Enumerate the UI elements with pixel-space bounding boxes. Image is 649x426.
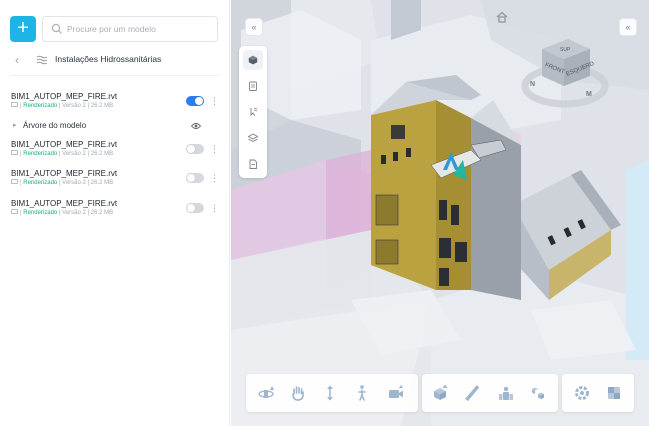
chevron-left-icon[interactable]: ‹ <box>15 53 19 67</box>
cube-label-top[interactable]: SUP <box>560 47 571 53</box>
model-tree-label: Árvore do modelo <box>23 121 87 130</box>
gear-icon[interactable] <box>572 383 592 403</box>
models-panel: + ‹ Instalações Hidrossanitárias BIM1_AU… <box>0 0 230 426</box>
model-name: BIM1_AUTOP_MEP_FIRE.rvt <box>11 199 118 208</box>
measure-ruler-icon[interactable] <box>462 383 482 403</box>
model-name: BIM1_AUTOP_MEP_FIRE.rvt <box>11 140 118 149</box>
breadcrumb: ‹ Instalações Hidrossanitárias <box>12 52 220 68</box>
section-box-icon[interactable] <box>430 383 450 403</box>
model-item[interactable]: BIM1_AUTOP_MEP_FIRE.rvt | Renderizado | … <box>11 140 221 164</box>
annotation-tool-button[interactable] <box>243 102 263 122</box>
model-size: 26.2 MB <box>90 210 114 217</box>
model-meta: | Renderizado | Versão 2 | 26.2 MB <box>11 150 114 158</box>
toggle-knob <box>195 97 203 105</box>
model-item[interactable]: BIM1_AUTOP_MEP_FIRE.rvt | Renderizado | … <box>11 169 221 193</box>
camera-icon[interactable] <box>386 383 406 403</box>
model-size: 26.2 MB <box>90 180 114 187</box>
divider <box>10 75 220 76</box>
model-item[interactable]: BIM1_AUTOP_MEP_FIRE.rvt | Renderizado | … <box>11 199 221 223</box>
fullscreen-icon[interactable] <box>604 383 624 403</box>
zoom-arrows-icon[interactable] <box>320 383 340 403</box>
model-name: BIM1_AUTOP_MEP_FIRE.rvt <box>11 92 118 101</box>
compass-m[interactable]: M <box>586 91 592 98</box>
chevron-right-icon[interactable]: ▸ <box>13 121 17 129</box>
layers-tool-button[interactable] <box>243 128 263 148</box>
toggle-knob <box>187 204 195 212</box>
explode-cubes-icon[interactable] <box>528 383 548 403</box>
model-meta: | Renderizado | Versão 2 | 26.2 MB <box>11 209 114 217</box>
collapse-right-panel-button[interactable]: « <box>619 18 637 36</box>
3d-cube-tool-button[interactable] <box>243 50 263 70</box>
model-visibility-toggle[interactable] <box>186 96 204 106</box>
model-version: Versão 2 <box>62 210 86 217</box>
model-name: BIM1_AUTOP_MEP_FIRE.rvt <box>11 169 118 178</box>
model-visibility-toggle[interactable] <box>186 173 204 183</box>
people-icon[interactable] <box>496 383 516 403</box>
search-icon <box>51 23 62 34</box>
settings-toolbar <box>562 374 634 412</box>
model-size: 26.2 MB <box>90 103 114 110</box>
more-options-icon[interactable]: ⋮ <box>210 202 219 214</box>
file-icon <box>249 159 257 169</box>
toggle-knob <box>187 145 195 153</box>
cube-icon <box>248 55 258 65</box>
cursor-pin-icon <box>250 107 258 117</box>
compass-n[interactable]: N <box>530 81 535 88</box>
toggle-knob <box>187 174 195 182</box>
model-meta: | Renderizado | Versão 2 | 26.2 MB <box>11 179 114 187</box>
documents-tool-button[interactable] <box>243 154 263 174</box>
folder-icon <box>11 209 18 214</box>
model-visibility-toggle[interactable] <box>186 144 204 154</box>
add-model-button[interactable]: + <box>10 16 36 42</box>
viewport-toolbar <box>239 46 267 178</box>
clipboard-icon <box>249 81 257 91</box>
search-box[interactable] <box>42 16 218 42</box>
model-tree-row[interactable]: ▸ Árvore do modelo <box>11 121 221 133</box>
search-input[interactable] <box>67 17 215 41</box>
orbit-icon[interactable] <box>256 383 276 403</box>
discipline-title: Instalações Hidrossanitárias <box>55 54 162 64</box>
pan-hand-icon[interactable] <box>288 383 308 403</box>
model-version: Versão 2 <box>62 180 86 187</box>
model-status: Renderizado <box>23 180 58 187</box>
home-icon[interactable] <box>495 10 509 24</box>
more-options-icon[interactable]: ⋮ <box>210 143 219 155</box>
model-status: Renderizado <box>23 210 58 217</box>
folder-icon <box>11 179 18 184</box>
layers-icon <box>248 133 258 143</box>
properties-tool-button[interactable] <box>243 76 263 96</box>
more-options-icon[interactable]: ⋮ <box>210 172 219 184</box>
model-meta: | Renderizado | Versão 2 | 26.2 MB <box>11 102 114 110</box>
analysis-toolbar <box>422 374 558 412</box>
model-version: Versão 2 <box>62 103 86 110</box>
model-status: Renderizado <box>23 103 58 110</box>
model-visibility-toggle[interactable] <box>186 203 204 213</box>
model-version: Versão 2 <box>62 151 86 158</box>
collapse-panel-button[interactable]: « <box>245 18 263 36</box>
view-cube-icon: FRONT ESQUERD SUP N M <box>521 39 609 108</box>
folder-icon <box>11 102 18 107</box>
walk-person-icon[interactable] <box>352 383 372 403</box>
navigation-cube[interactable]: FRONT ESQUERD SUP N M <box>520 24 610 114</box>
model-item[interactable]: BIM1_AUTOP_MEP_FIRE.rvt | Renderizado | … <box>11 92 221 116</box>
water-layers-icon <box>36 55 48 65</box>
folder-icon <box>11 150 18 155</box>
navigation-toolbar <box>246 374 418 412</box>
more-options-icon[interactable]: ⋮ <box>210 95 219 107</box>
model-status: Renderizado <box>23 151 58 158</box>
model-size: 26.2 MB <box>90 151 114 158</box>
eye-icon[interactable] <box>191 122 201 130</box>
